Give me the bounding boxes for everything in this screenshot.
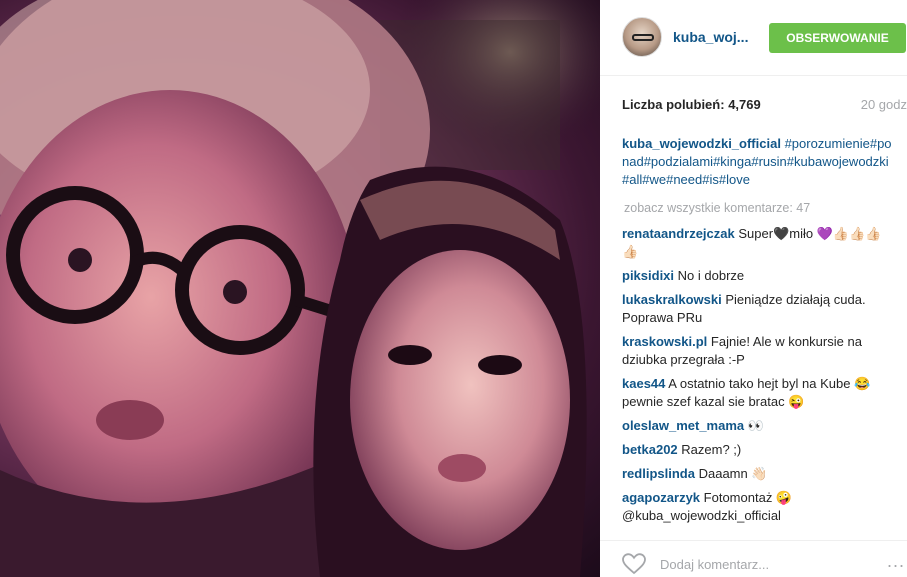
photo-illustration [0, 0, 600, 577]
comment-username[interactable]: agapozarzyk [622, 490, 700, 505]
comment-text: 👀 [747, 418, 764, 433]
comment-item: betka202 Razem? ;) [622, 441, 894, 459]
comment-text: Razem? ;) [681, 442, 742, 457]
comment-footer: ... [600, 540, 907, 577]
comment-item: renataandrzejczak Super🖤miło 💜👍🏻👍🏻👍🏻👍🏻 [622, 225, 894, 261]
likes-row: Liczba polubień: 4,769 20 godz [622, 97, 907, 115]
comment-username[interactable]: betka202 [622, 442, 678, 457]
comment-username[interactable]: oleslaw_met_mama [622, 418, 744, 433]
post-side-panel: kuba_woj... OBSERWOWANIE Liczba polubień… [600, 0, 907, 577]
author-username[interactable]: kuba_woj... [673, 29, 748, 45]
post-time[interactable]: 20 godz [861, 97, 907, 112]
avatar-glasses-decoration [632, 34, 654, 41]
comment-username[interactable]: kaes44 [622, 376, 665, 391]
comment-item: piksidixi No i dobrze [622, 267, 894, 285]
comment-entries: renataandrzejczak Super🖤miło 💜👍🏻👍🏻👍🏻👍🏻 p… [622, 225, 894, 525]
comment-username[interactable]: piksidixi [622, 268, 674, 283]
comment-username[interactable]: renataandrzejczak [622, 226, 735, 241]
comment-item: kaes44 A ostatnio tako hejt byl na Kube … [622, 375, 894, 411]
heart-icon[interactable] [622, 553, 646, 575]
comment-item: agapozarzyk Fotomontaż 🤪 @kuba_wojewodzk… [622, 489, 894, 525]
view-all-comments-link[interactable]: zobacz wszystkie komentarze: 47 [622, 199, 894, 217]
add-comment-input[interactable] [660, 553, 860, 575]
caption-username[interactable]: kuba_wojewodzki_official [622, 136, 781, 151]
post-caption: kuba_wojewodzki_official #porozumienie#p… [622, 135, 894, 189]
comment-username[interactable]: redlipslinda [622, 466, 695, 481]
comment-item: lukaskralkowski Pieniądze działają cuda.… [622, 291, 894, 327]
comment-item: oleslaw_met_mama 👀 [622, 417, 894, 435]
comment-text: No i dobrze [677, 268, 745, 283]
likes-label: Liczba polubień: [622, 97, 725, 112]
comments-list: kuba_wojewodzki_official #porozumienie#p… [622, 135, 894, 525]
follow-button[interactable]: OBSERWOWANIE [769, 23, 906, 53]
likes-count[interactable]: 4,769 [728, 97, 761, 112]
post-photo[interactable] [0, 0, 600, 577]
comment-item: kraskowski.pl Fajnie! Ale w konkursie na… [622, 333, 894, 369]
comment-username[interactable]: lukaskralkowski [622, 292, 722, 307]
more-options-icon[interactable]: ... [887, 552, 905, 570]
comment-username[interactable]: kraskowski.pl [622, 334, 707, 349]
post-header: kuba_woj... OBSERWOWANIE [600, 0, 907, 76]
author-avatar[interactable] [622, 17, 662, 57]
comment-item: redlipslinda Daaamn 👋🏻 [622, 465, 894, 483]
comment-text: Daaamn 👋🏻 [698, 466, 768, 481]
